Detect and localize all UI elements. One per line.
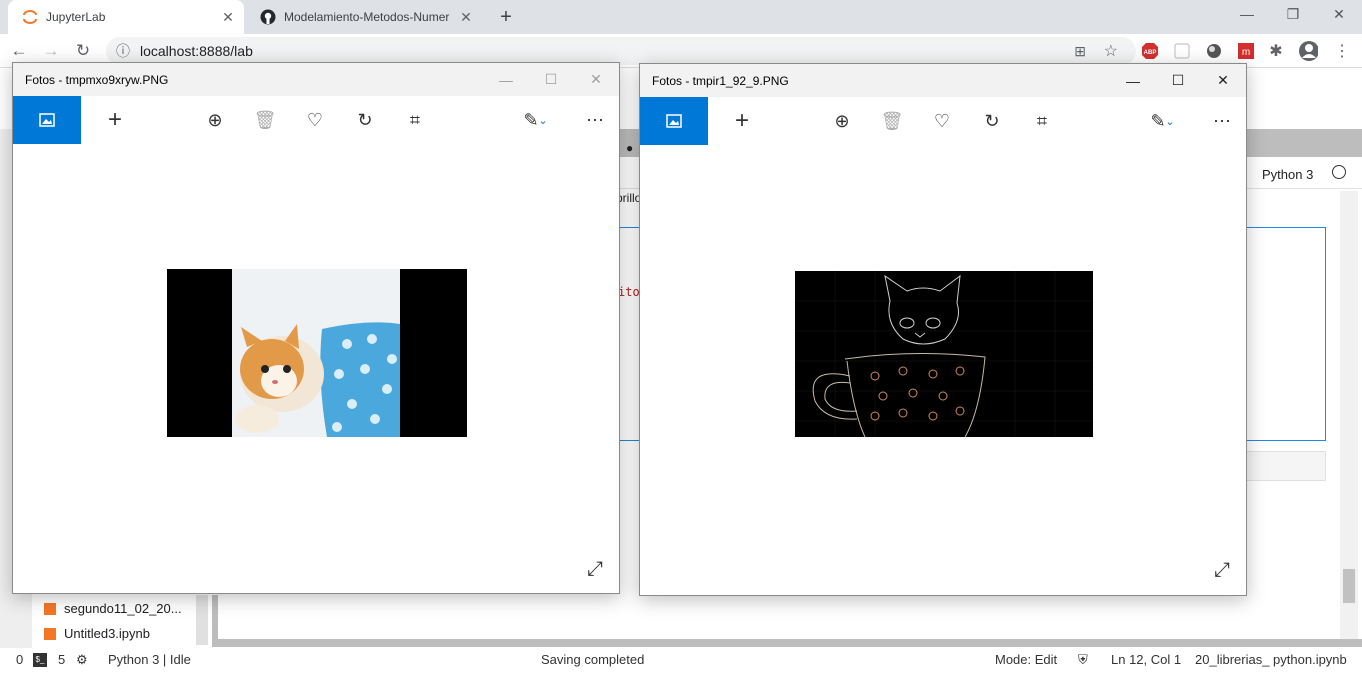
trusted-shield-icon[interactable]: ⛨ xyxy=(1078,652,1088,668)
file-name: segundo11_02_20... xyxy=(64,601,182,616)
kernel-status[interactable]: Python 3 | Idle xyxy=(108,652,191,667)
window-title: Fotos - tmpmxo9xryw.PNG xyxy=(25,72,169,87)
tab-jupyterlab[interactable]: JupyterLab ✕ xyxy=(8,0,244,34)
photos-toolbar: + ⊕ 🗑 ♡ ↻ ⌗ ✎ ⌄ ⋯ xyxy=(13,96,619,144)
crop-icon[interactable]: ⌗ xyxy=(1018,97,1066,145)
more-options-icon[interactable]: ⋯ xyxy=(571,96,619,144)
code-text: ito xyxy=(618,285,640,299)
fullscreen-expand-icon[interactable]: ⤢ xyxy=(1210,558,1234,582)
maximize-icon[interactable]: ☐ xyxy=(1155,64,1201,97)
url-text: localhost:8888/lab xyxy=(140,43,253,59)
close-icon[interactable]: ✕ xyxy=(1200,64,1246,97)
bookmark-star-icon[interactable]: ☆ xyxy=(1104,41,1118,61)
tab-label: JupyterLab xyxy=(46,10,106,24)
kernel-status-icon xyxy=(1332,165,1346,179)
browser-tab-strip: JupyterLab ✕ Modelamiento-Metodos-Numer … xyxy=(0,0,1362,34)
zoom-in-icon[interactable]: ⊕ xyxy=(818,97,866,145)
photo-kitten-original xyxy=(167,269,467,437)
photos-window-edges[interactable]: Fotos - tmpir1_92_9.PNG — ☐ ✕ + ⊕ 🗑 ♡ ↻ … xyxy=(639,63,1247,596)
menu-kebab-icon[interactable]: ⋮ xyxy=(1332,41,1352,61)
kernel-settings-icon[interactable]: ⚙ xyxy=(76,652,88,668)
favorite-heart-icon[interactable]: ♡ xyxy=(291,96,339,144)
address-bar[interactable]: ⓘ localhost:8888/lab ⊞ ☆ xyxy=(106,37,1136,65)
back-icon[interactable]: ← xyxy=(8,40,30,62)
new-tab-button[interactable]: + xyxy=(494,5,518,29)
tab-label: Modelamiento-Metodos-Numer xyxy=(284,10,450,24)
tab-close-icon[interactable]: ✕ xyxy=(456,9,476,26)
edit-mode[interactable]: Mode: Edit xyxy=(995,652,1057,667)
file-item[interactable]: Untitled3.ipynb xyxy=(44,626,150,641)
terminal-icon: $_ xyxy=(33,653,47,667)
panel-divider[interactable] xyxy=(212,595,218,645)
file-name: Untitled3.ipynb xyxy=(64,626,150,641)
file-item[interactable]: segundo11_02_20... xyxy=(44,601,182,616)
chevron-down-icon[interactable]: ⌄ xyxy=(1156,97,1184,145)
add-icon[interactable]: + xyxy=(91,96,139,144)
scrollbar-thumb[interactable] xyxy=(1343,569,1355,603)
bottom-border xyxy=(212,639,1362,647)
maximize-icon[interactable]: ☐ xyxy=(528,63,574,96)
view-image-icon[interactable] xyxy=(640,97,708,145)
kernel-name[interactable]: Python 3 xyxy=(1262,167,1313,182)
delete-icon[interactable]: 🗑 xyxy=(868,97,916,145)
close-icon[interactable]: ✕ xyxy=(1316,0,1362,28)
translate-icon[interactable]: ⊞ xyxy=(1074,43,1086,60)
restore-icon[interactable]: ❐ xyxy=(1270,0,1316,28)
adblock-icon[interactable]: ABP xyxy=(1140,41,1160,61)
photos-window-original[interactable]: Fotos - tmpmxo9xryw.PNG — ☐ ✕ + ⊕ 🗑 ♡ ↻ … xyxy=(12,62,620,594)
reload-icon[interactable]: ↻ xyxy=(72,40,94,62)
minimize-icon[interactable]: — xyxy=(1224,0,1270,28)
window-title: Fotos - tmpir1_92_9.PNG xyxy=(652,73,789,88)
notebook-icon xyxy=(44,627,56,640)
photos-toolbar: + ⊕ 🗑 ♡ ↻ ⌗ ✎ ⌄ ⋯ xyxy=(640,97,1246,145)
kernel-count[interactable]: 5 xyxy=(58,652,65,667)
info-icon[interactable]: ⓘ xyxy=(116,41,130,61)
scrollbar[interactable] xyxy=(1340,191,1358,641)
terminal-count[interactable]: 0 xyxy=(16,652,23,667)
dirty-indicator-icon: ● xyxy=(626,141,634,155)
zoom-in-icon[interactable]: ⊕ xyxy=(191,96,239,144)
minimize-icon[interactable]: — xyxy=(1110,64,1156,97)
status-message: Saving completed xyxy=(541,652,645,667)
output-area xyxy=(1246,451,1326,481)
favorite-heart-icon[interactable]: ♡ xyxy=(918,97,966,145)
extension-red-icon[interactable]: m xyxy=(1236,41,1256,61)
cursor-position[interactable]: Ln 12, Col 1 xyxy=(1111,652,1181,667)
add-icon[interactable]: + xyxy=(718,97,766,145)
svg-text:m: m xyxy=(1242,47,1250,58)
minimize-icon[interactable]: — xyxy=(483,63,529,96)
chevron-down-icon[interactable]: ⌄ xyxy=(529,96,557,144)
file-browser: segundo11_02_20... Untitled3.ipynb xyxy=(32,595,212,645)
rotate-icon[interactable]: ↻ xyxy=(341,96,389,144)
delete-icon[interactable]: 🗑 xyxy=(241,96,289,144)
fullscreen-expand-icon[interactable]: ⤢ xyxy=(583,557,607,581)
forward-icon[interactable]: → xyxy=(40,40,62,62)
crop-icon[interactable]: ⌗ xyxy=(391,96,439,144)
extension-icon[interactable] xyxy=(1172,41,1192,61)
extension-circle-icon[interactable] xyxy=(1204,41,1224,61)
jupyter-logo-icon xyxy=(22,9,38,25)
svg-text:ABP: ABP xyxy=(1144,50,1157,56)
current-filename: 20_librerias_ python.ipynb xyxy=(1195,652,1347,667)
tab-close-icon[interactable]: ✕ xyxy=(218,9,238,26)
tab-github[interactable]: Modelamiento-Metodos-Numer ✕ xyxy=(246,0,482,34)
puzzle-icon[interactable]: ✱ xyxy=(1266,41,1286,61)
jupyter-statusbar: 0 $_ 5 ⚙ Python 3 | Idle Saving complete… xyxy=(0,648,1362,672)
photo-kitten-edges xyxy=(795,271,1093,438)
file-scrollbar[interactable] xyxy=(196,595,208,645)
profile-avatar-icon[interactable] xyxy=(1298,41,1318,61)
rotate-icon[interactable]: ↻ xyxy=(968,97,1016,145)
notebook-icon xyxy=(44,602,56,615)
more-options-icon[interactable]: ⋯ xyxy=(1198,97,1246,145)
close-icon[interactable]: ✕ xyxy=(573,63,619,96)
github-icon xyxy=(260,9,276,25)
view-image-icon[interactable] xyxy=(13,96,81,144)
